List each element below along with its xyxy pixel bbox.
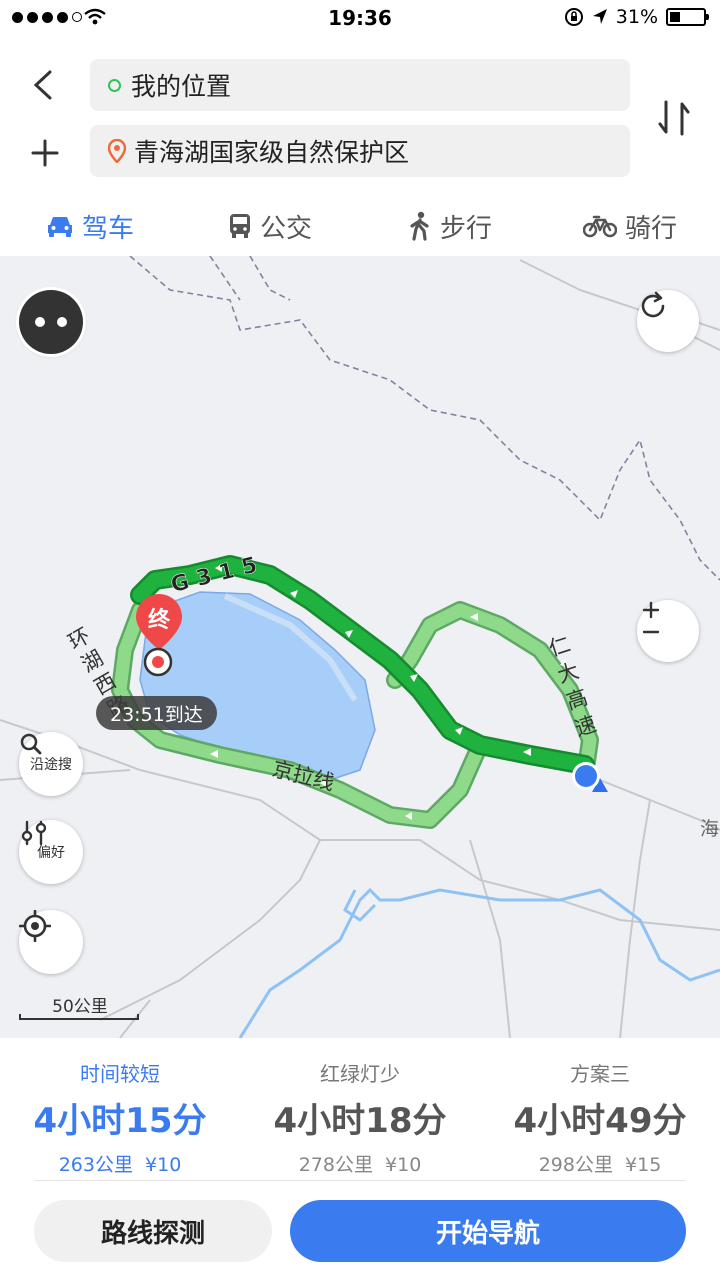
destination-marker[interactable]: 终 <box>134 592 184 652</box>
bike-icon <box>582 215 617 238</box>
current-location-icon <box>572 762 608 792</box>
tab-bus[interactable]: 公交 <box>180 196 360 256</box>
along-route-search-label: 沿途搜 <box>30 757 72 773</box>
battery-icon <box>666 8 709 26</box>
tab-walk[interactable]: 步行 <box>360 196 540 256</box>
location-arrow-icon <box>592 9 607 24</box>
car-icon <box>47 217 72 237</box>
destination-pin-icon <box>108 139 126 163</box>
sliders-icon <box>21 820 47 846</box>
map-canvas <box>0 256 720 1038</box>
arrival-time-badge: 23:51到达 <box>96 696 217 730</box>
start-navigation-button[interactable]: 开始导航 <box>290 1200 686 1262</box>
rotation-lock-icon <box>564 8 583 26</box>
refresh-icon <box>641 291 665 318</box>
province-borders <box>129 256 720 581</box>
along-route-search-button[interactable]: 沿途搜 <box>19 732 83 796</box>
assistant-eye-icon <box>57 317 67 327</box>
divider <box>34 1180 686 1181</box>
add-waypoint-icon[interactable] <box>30 138 60 168</box>
route-probe-button[interactable]: 路线探测 <box>34 1200 272 1262</box>
bus-icon <box>229 214 250 238</box>
swap-icon[interactable] <box>656 98 692 138</box>
tab-drive[interactable]: 驾车 <box>0 196 180 256</box>
map-view[interactable]: G315 仁大高速 环湖西路 京拉线 海 终 23:51到达 沿途搜 偏好 50… <box>0 256 720 1038</box>
assistant-button[interactable] <box>19 290 83 354</box>
status-bar: 19:36 31% <box>0 0 720 40</box>
place-label-hai: 海 <box>700 818 720 840</box>
destination-field[interactable]: 青海湖国家级自然保护区 <box>90 125 630 177</box>
crosshair-icon <box>19 910 51 942</box>
origin-dot-icon <box>108 78 121 92</box>
route-option-1[interactable]: 时间较短 4小时15分 263公里 ¥10 <box>0 1040 240 1180</box>
route-options: 时间较短 4小时15分 263公里 ¥10 红绿灯少 4小时18分 278公里 … <box>0 1040 720 1180</box>
route-option-2[interactable]: 红绿灯少 4小时18分 278公里 ¥10 <box>240 1040 480 1180</box>
tab-bike[interactable]: 骑行 <box>540 196 720 256</box>
refresh-button[interactable] <box>637 290 699 352</box>
zoom-button[interactable] <box>637 600 699 662</box>
rivers <box>238 887 720 1038</box>
walk-icon <box>410 211 429 241</box>
destination-marker-label: 终 <box>147 608 170 633</box>
preference-button[interactable]: 偏好 <box>19 820 83 884</box>
origin-field[interactable]: 我的位置 <box>90 59 630 111</box>
route-option-3[interactable]: 方案三 4小时49分 298公里 ¥15 <box>480 1040 720 1180</box>
destination-text: 青海湖国家级自然保护区 <box>134 138 410 167</box>
search-icon <box>20 733 42 755</box>
map-scale-bar <box>19 1014 139 1020</box>
origin-text: 我的位置 <box>131 72 232 101</box>
locate-me-button[interactable] <box>19 910 83 974</box>
zoom-in-out-icon <box>642 601 660 634</box>
destination-point-icon <box>143 647 173 677</box>
battery-percent: 31% <box>615 6 658 28</box>
back-icon[interactable] <box>30 70 56 100</box>
travel-mode-tabs: 驾车 公交 步行 骑行 <box>0 196 720 256</box>
assistant-eye-icon <box>35 317 45 327</box>
